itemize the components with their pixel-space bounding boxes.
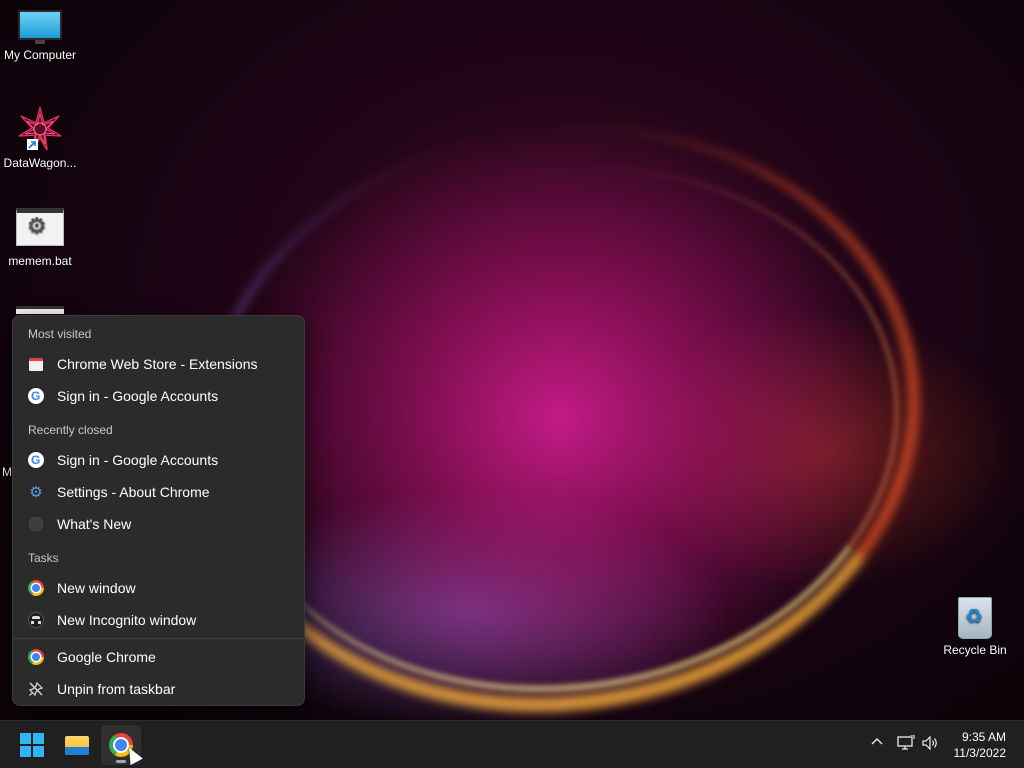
windows-logo-icon — [20, 733, 44, 757]
jumplist-separator — [13, 638, 304, 639]
monitor-icon — [18, 10, 62, 44]
jumplist-item-label: Chrome Web Store - Extensions — [57, 356, 258, 372]
taskbar-clock[interactable]: 9:35 AM 11/3/2022 — [954, 729, 1007, 761]
chrome-web-store-icon — [28, 356, 44, 372]
desktop-icon-label-partial: M — [2, 465, 12, 479]
jumplist-item-label: Google Chrome — [57, 649, 156, 665]
desktop-icon-recycle-bin[interactable]: ♻ Recycle Bin — [935, 597, 1015, 657]
chevron-up-icon[interactable] — [870, 735, 884, 753]
jumplist-item-label: What's New — [57, 516, 132, 532]
jumplist-item-sign-in-google[interactable]: Sign in - Google Accounts — [17, 381, 301, 411]
desktop-icon-label: Recycle Bin — [943, 643, 1007, 657]
desktop-icon-datawagon[interactable]: DataWagon... — [0, 105, 80, 170]
clock-time: 9:35 AM — [961, 730, 1006, 744]
folder-icon — [65, 735, 89, 755]
unpin-icon — [28, 681, 44, 697]
jumplist-item-google-chrome[interactable]: Google Chrome — [17, 642, 301, 672]
batch-file-icon: ⚙ — [16, 208, 64, 246]
jumplist-item-label: New window — [57, 580, 136, 596]
jumplist-item-chrome-web-store[interactable]: Chrome Web Store - Extensions — [17, 349, 301, 379]
jumplist-header-most-visited: Most visited — [28, 327, 92, 341]
incognito-icon — [28, 612, 44, 628]
chrome-icon — [28, 649, 44, 665]
taskbar: 9:35 AM 11/3/2022 — [0, 720, 1024, 768]
gear-icon: ⚙ — [29, 483, 43, 501]
star-shortcut-icon — [17, 105, 63, 152]
jumplist-item-recent-sign-in-google[interactable]: Sign in - Google Accounts — [17, 445, 301, 475]
jumplist-item-new-incognito-window[interactable]: New Incognito window — [17, 605, 301, 635]
jumplist-item-label: Sign in - Google Accounts — [57, 452, 219, 468]
jumplist-item-label: Sign in - Google Accounts — [57, 388, 219, 404]
desktop-icon-label: memem.bat — [8, 254, 72, 268]
desktop-icon-label: My Computer — [3, 48, 77, 62]
desktop-icon-label: DataWagon... — [3, 156, 77, 170]
google-icon — [28, 388, 44, 404]
start-button[interactable] — [12, 725, 52, 765]
chrome-icon — [28, 580, 44, 596]
circle-icon — [28, 516, 44, 532]
jumplist-item-label: Settings - About Chrome — [57, 484, 210, 500]
jumplist-header-tasks: Tasks — [28, 551, 59, 565]
jumplist-item-whats-new[interactable]: What's New — [17, 509, 301, 539]
jumplist-header-recently-closed: Recently closed — [28, 423, 113, 437]
volume-icon[interactable] — [921, 735, 939, 755]
jumplist-item-new-window[interactable]: New window — [17, 573, 301, 603]
jumplist-item-settings-about-chrome[interactable]: ⚙ Settings - About Chrome — [17, 477, 301, 507]
network-icon[interactable] — [897, 734, 915, 755]
desktop-icon-my-computer[interactable]: My Computer — [0, 10, 80, 62]
taskbar-file-explorer-button[interactable] — [57, 725, 97, 765]
desktop-icon-memem-bat[interactable]: ⚙ memem.bat — [0, 208, 80, 268]
jumplist-item-label: New Incognito window — [57, 612, 197, 628]
batch-file-icon — [16, 306, 64, 314]
clock-date: 11/3/2022 — [953, 746, 1007, 760]
google-icon — [28, 452, 44, 468]
recycle-bin-icon: ♻ — [958, 597, 992, 639]
chrome-jump-list: Most visited Chrome Web Store - Extensio… — [12, 315, 305, 706]
jumplist-item-unpin-from-taskbar[interactable]: Unpin from taskbar — [17, 674, 301, 704]
jumplist-item-label: Unpin from taskbar — [57, 681, 176, 697]
